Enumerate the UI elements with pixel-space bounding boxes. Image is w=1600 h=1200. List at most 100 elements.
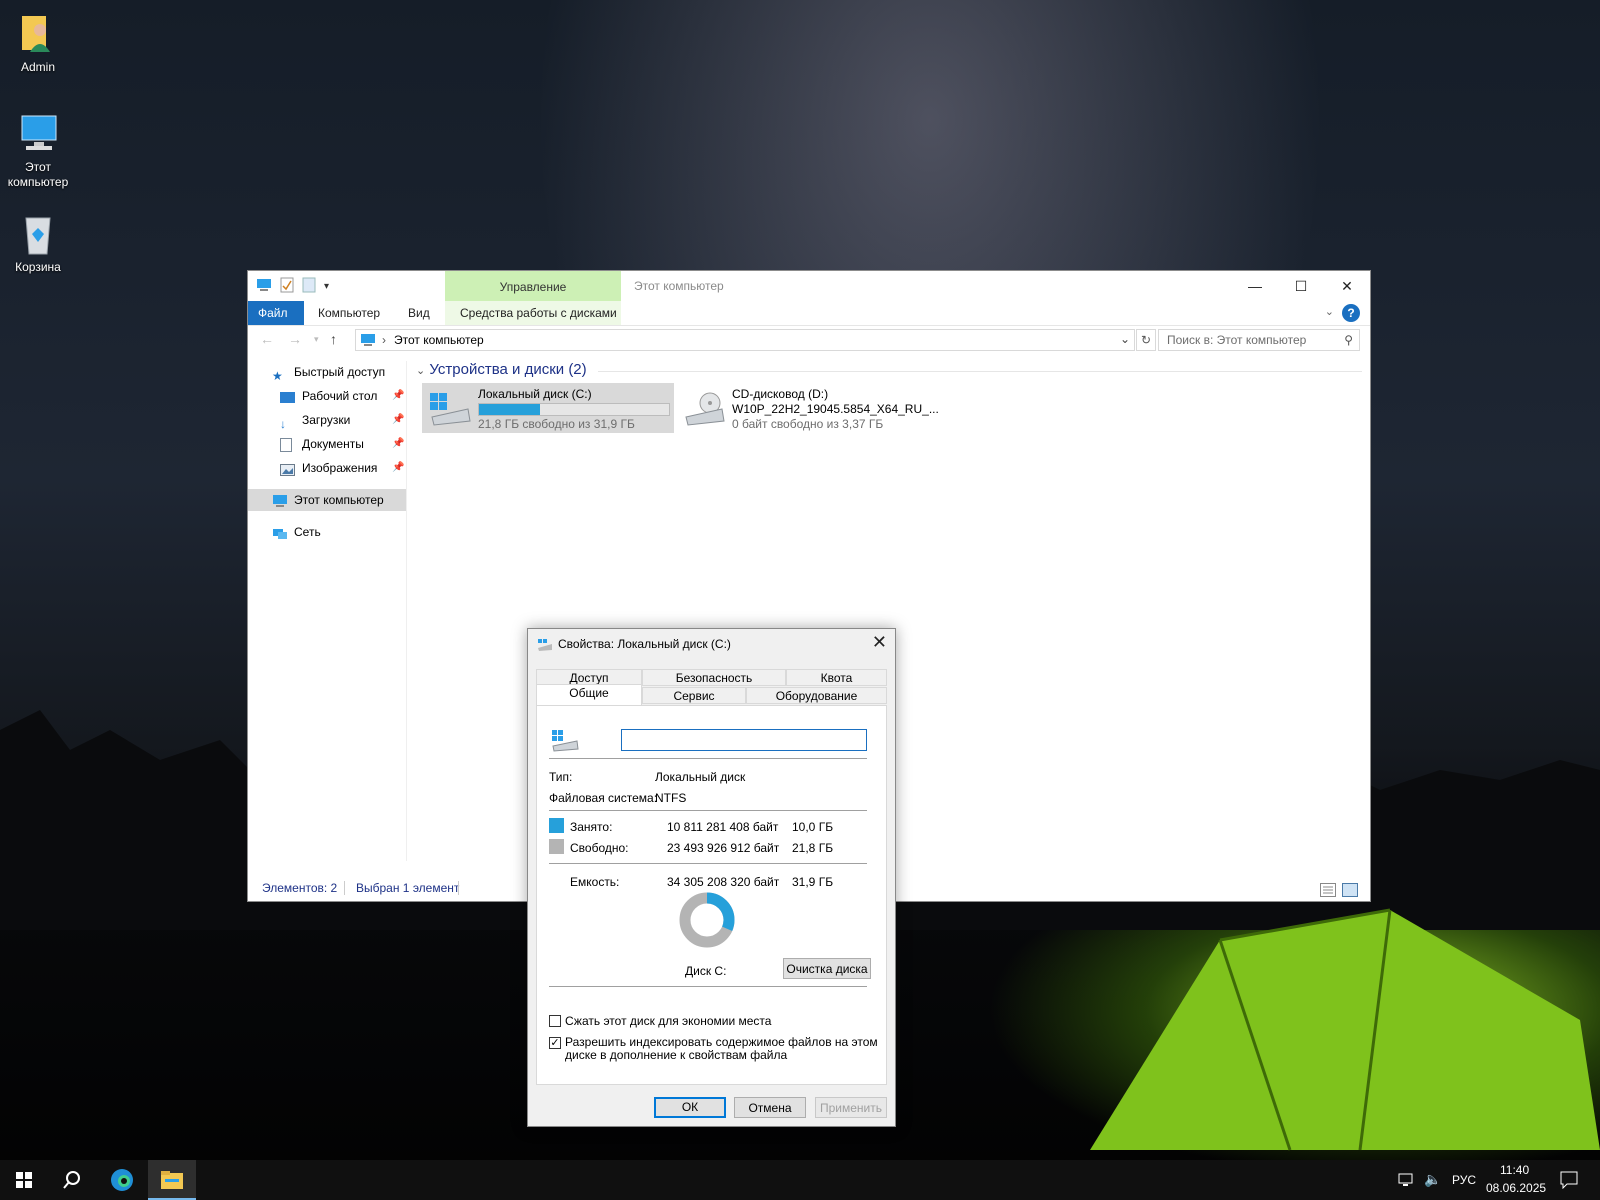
window-title: Этот компьютер bbox=[634, 279, 724, 293]
tab-security[interactable]: Безопасность bbox=[642, 669, 786, 686]
minimize-button[interactable]: — bbox=[1232, 271, 1278, 301]
used-space-swatch bbox=[549, 818, 564, 833]
separator bbox=[549, 810, 867, 811]
tab-general[interactable]: Общие bbox=[536, 684, 642, 705]
maximize-button[interactable]: ☐ bbox=[1278, 271, 1324, 301]
address-text: Этот компьютер bbox=[394, 333, 484, 347]
tab-computer[interactable]: Компьютер bbox=[308, 301, 390, 325]
search-input[interactable]: Поиск в: Этот компьютер ⚲ bbox=[1158, 329, 1360, 351]
desktop-icon-admin[interactable]: Admin bbox=[0, 12, 78, 75]
star-icon: ★ bbox=[272, 369, 283, 383]
pin-icon[interactable]: 📌 bbox=[392, 409, 404, 431]
notifications-icon[interactable] bbox=[1560, 1171, 1578, 1192]
new-folder-icon[interactable] bbox=[302, 277, 316, 296]
desktop-folder-icon bbox=[280, 389, 295, 403]
desktop-icon-this-pc[interactable]: Этот компьютер bbox=[0, 112, 78, 190]
disk-label: Диск С: bbox=[685, 964, 727, 978]
recent-locations-icon[interactable]: ▾ bbox=[314, 334, 319, 345]
back-arrow-icon[interactable]: ← bbox=[260, 331, 274, 347]
capacity-gb: 31,9 ГБ bbox=[792, 875, 834, 889]
status-divider bbox=[344, 881, 345, 895]
input-language[interactable]: РУС bbox=[1452, 1173, 1476, 1187]
drive-usage-fill bbox=[479, 404, 540, 415]
separator bbox=[549, 863, 867, 864]
up-arrow-icon[interactable]: ↑ bbox=[330, 331, 337, 347]
status-item-count: Элементов: 2 bbox=[262, 881, 338, 895]
windows-logo-icon bbox=[16, 1172, 32, 1188]
clock-time[interactable]: 11:40 bbox=[1500, 1163, 1529, 1177]
type-value: Локальный диск bbox=[655, 770, 746, 784]
refresh-icon[interactable]: ↻ bbox=[1136, 329, 1156, 351]
volume-icon[interactable]: 🔈 bbox=[1424, 1171, 1441, 1188]
navigation-bar: ← → ▾ ↑ › Этот компьютер ⌄ ↻ Поиск в: Эт… bbox=[248, 325, 1370, 355]
network-tray-icon[interactable] bbox=[1398, 1172, 1416, 1191]
separator bbox=[549, 986, 867, 987]
apply-button[interactable]: Применить bbox=[815, 1097, 887, 1118]
context-tab-manage[interactable]: Управление bbox=[445, 271, 621, 301]
tab-quota[interactable]: Квота bbox=[786, 669, 887, 686]
clock-date[interactable]: 08.06.2025 bbox=[1486, 1181, 1546, 1195]
drive-d-tile[interactable]: CD-дисковод (D:) W10P_22H2_19045.5854_X6… bbox=[676, 383, 939, 433]
computer-small-icon[interactable] bbox=[256, 278, 272, 295]
group-header-devices[interactable]: ⌄ Устройства и диски (2) bbox=[416, 361, 587, 378]
sidebar-item-network[interactable]: Сеть bbox=[248, 521, 406, 543]
tab-tools[interactable]: Сервис bbox=[642, 687, 746, 704]
tab-hardware[interactable]: Оборудование bbox=[746, 687, 887, 704]
sidebar-item-downloads[interactable]: ↓ Загрузки 📌 bbox=[248, 409, 406, 431]
volume-label-input[interactable] bbox=[621, 729, 867, 751]
address-bar[interactable]: › Этот компьютер ⌄ bbox=[355, 329, 1135, 351]
tent-illustration bbox=[1090, 908, 1600, 1151]
disk-cleanup-button[interactable]: Очистка диска bbox=[783, 958, 871, 979]
used-gb: 10,0 ГБ bbox=[792, 820, 834, 834]
computer-small-icon bbox=[360, 333, 376, 350]
status-divider bbox=[458, 881, 459, 895]
disk-usage-donut bbox=[679, 892, 735, 948]
address-dropdown-icon[interactable]: ⌄ bbox=[1120, 332, 1130, 346]
desktop-icon-recycle-bin[interactable]: Корзина bbox=[0, 212, 78, 275]
computer-icon bbox=[16, 112, 60, 156]
ok-button[interactable]: ОК bbox=[654, 1097, 726, 1118]
close-icon[interactable]: ✕ bbox=[872, 632, 887, 653]
separator bbox=[549, 758, 867, 759]
sidebar-item-desktop[interactable]: Рабочий стол 📌 bbox=[248, 385, 406, 407]
ribbon-expand-icon[interactable]: ⌄ bbox=[1325, 305, 1334, 318]
chevron-down-icon[interactable]: ▾ bbox=[324, 281, 329, 292]
tab-view[interactable]: Вид bbox=[398, 301, 440, 325]
start-button[interactable] bbox=[0, 1160, 48, 1200]
file-explorer-button[interactable] bbox=[148, 1160, 196, 1200]
windows-drive-icon bbox=[428, 391, 472, 430]
filesystem-value: NTFS bbox=[655, 791, 687, 805]
close-button[interactable]: ✕ bbox=[1324, 271, 1370, 301]
edge-button[interactable] bbox=[98, 1160, 146, 1200]
collapse-chevron-icon[interactable]: ⌄ bbox=[416, 365, 425, 377]
tab-file[interactable]: Файл bbox=[248, 301, 304, 325]
search-button[interactable] bbox=[48, 1160, 96, 1200]
index-checkbox[interactable]: ✓ bbox=[549, 1037, 561, 1049]
help-icon[interactable]: ? bbox=[1342, 304, 1360, 322]
pin-icon[interactable]: 📌 bbox=[392, 385, 404, 407]
compress-checkbox[interactable] bbox=[549, 1015, 561, 1027]
drive-properties-dialog: Свойства: Локальный диск (C:) ✕ Доступ Б… bbox=[527, 628, 896, 1127]
sidebar-item-pictures[interactable]: Изображения 📌 bbox=[248, 457, 406, 479]
cancel-button[interactable]: Отмена bbox=[734, 1097, 806, 1118]
desktop-icon-label: Этот компьютер bbox=[7, 160, 69, 189]
sidebar-item-this-pc[interactable]: Этот компьютер bbox=[248, 489, 406, 511]
drive-c-tile[interactable]: Локальный диск (C:) 21,8 ГБ свободно из … bbox=[422, 383, 674, 433]
properties-icon[interactable] bbox=[280, 277, 294, 296]
navigation-pane: ★ Быстрый доступ Рабочий стол 📌 ↓ Загруз… bbox=[248, 361, 407, 861]
capacity-label: Емкость: bbox=[570, 875, 620, 889]
forward-arrow-icon[interactable]: → bbox=[288, 331, 302, 347]
document-icon bbox=[280, 437, 295, 452]
title-bar: ▾ Управление Этот компьютер — ☐ ✕ bbox=[248, 271, 1370, 301]
details-view-icon[interactable] bbox=[1320, 880, 1336, 906]
desktop-icon-label: Admin bbox=[20, 60, 55, 74]
sidebar-item-documents[interactable]: Документы 📌 bbox=[248, 433, 406, 455]
pictures-icon bbox=[280, 461, 295, 476]
drive-free-space: 21,8 ГБ свободно из 31,9 ГБ bbox=[478, 417, 635, 431]
pin-icon[interactable]: 📌 bbox=[392, 457, 404, 479]
sidebar-item-quick-access[interactable]: ★ Быстрый доступ bbox=[248, 361, 406, 383]
group-divider bbox=[598, 371, 1362, 372]
tab-drive-tools[interactable]: Средства работы с дисками bbox=[450, 301, 627, 325]
large-icons-view-icon[interactable] bbox=[1342, 880, 1358, 906]
pin-icon[interactable]: 📌 bbox=[392, 433, 404, 455]
